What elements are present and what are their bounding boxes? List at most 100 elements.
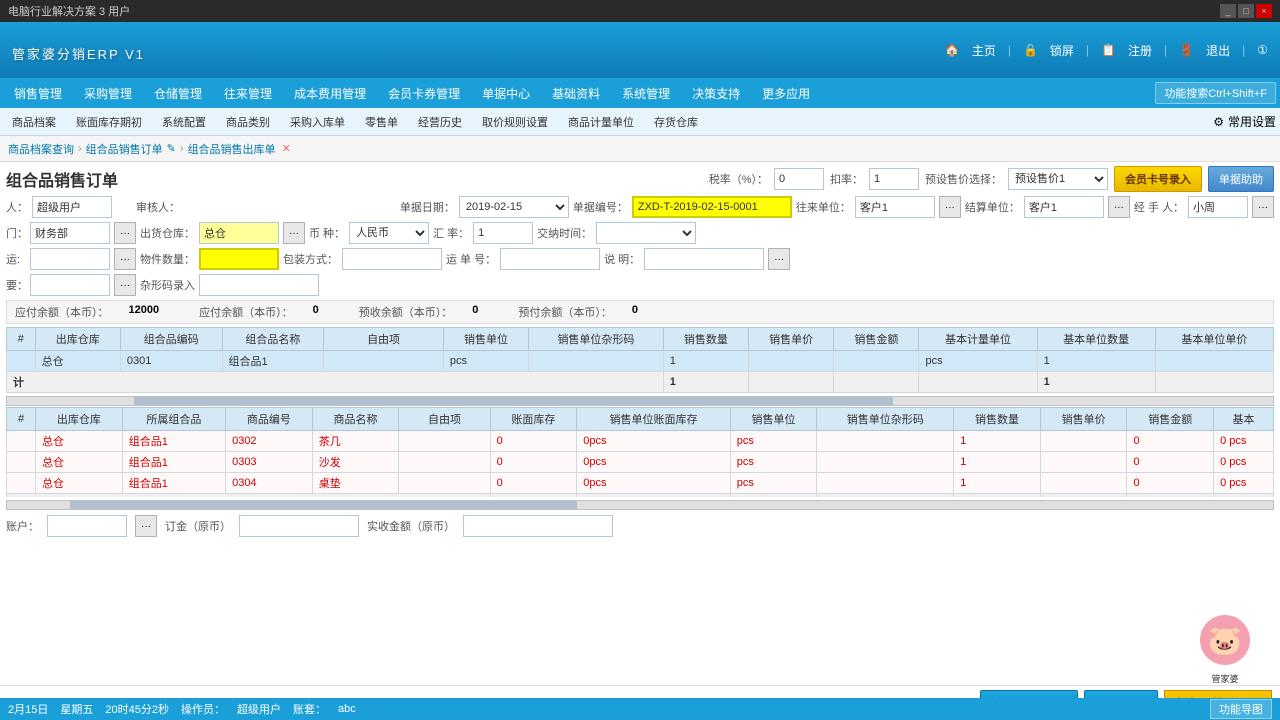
- breadcrumb-item-3[interactable]: 组合品销售出库单: [188, 141, 276, 157]
- receivable-label: 应付余额（本币）：: [199, 304, 293, 320]
- status-operator-label: 操作员：: [181, 701, 225, 717]
- table-row[interactable]: 总仓 组合品1 0303 沙发 0 0pcs pcs 1 0 0 pcs: [7, 452, 1274, 473]
- settle-input[interactable]: [1024, 196, 1104, 218]
- info-link[interactable]: ①: [1257, 43, 1268, 57]
- nav-orders[interactable]: 单据中心: [472, 81, 540, 106]
- home-link[interactable]: 主页: [972, 42, 996, 59]
- date-input[interactable]: 2019-02-15: [459, 196, 569, 218]
- settle-btn[interactable]: ···: [1108, 196, 1130, 218]
- nav-basics[interactable]: 基础资料: [542, 81, 610, 106]
- help-btn[interactable]: 单据助助: [1208, 166, 1274, 192]
- nav-transactions[interactable]: 往来管理: [214, 81, 282, 106]
- close-btn[interactable]: ×: [1256, 4, 1272, 18]
- received-input[interactable]: [463, 515, 613, 537]
- table-row[interactable]: 总仓 0301 组合品1 pcs 1 pcs 1: [7, 351, 1274, 372]
- subnav-config[interactable]: 系统配置: [154, 111, 214, 133]
- subnav-category[interactable]: 商品类别: [218, 111, 278, 133]
- settle-label: 结算单位：: [965, 199, 1020, 215]
- table-row[interactable]: 总仓 组合品1 0302 茶几 0 0pcs pcs 1 0 0 pcs: [7, 431, 1274, 452]
- currency-label: 币 种：: [309, 225, 345, 241]
- parts-qty-input[interactable]: [199, 248, 279, 270]
- mascot-image: 🐷 管家婆: [1190, 605, 1260, 685]
- exchange-label: 汇 率：: [433, 225, 469, 241]
- warehouse-label: 出货仓库：: [140, 225, 195, 241]
- subnav-stock-init[interactable]: 账面库存期初: [68, 111, 150, 133]
- handler-btn[interactable]: ···: [1252, 196, 1274, 218]
- advance-value: 0: [632, 304, 638, 320]
- subnav-history[interactable]: 经营历史: [410, 111, 470, 133]
- subnav-products[interactable]: 商品档案: [4, 111, 64, 133]
- ship-no-input[interactable]: [500, 248, 600, 270]
- note-btn[interactable]: ···: [768, 248, 790, 270]
- feature-map-btn[interactable]: 功能导图: [1210, 699, 1272, 719]
- package-input[interactable]: [342, 248, 442, 270]
- tax-input[interactable]: [774, 168, 824, 190]
- dept-label: 门：: [6, 225, 26, 241]
- home-icon: 🏠: [945, 43, 960, 57]
- nav-system[interactable]: 系统管理: [612, 81, 680, 106]
- barcode-input[interactable]: [199, 274, 319, 296]
- warehouse-input[interactable]: [199, 222, 279, 244]
- table-row[interactable]: 总仓 组合品1 0304 桌垫 0 0pcs pcs 1 0 0 pcs: [7, 473, 1274, 494]
- exchange-time-select[interactable]: [596, 222, 696, 244]
- partner-label: 往来单位：: [796, 199, 851, 215]
- ship-input[interactable]: [30, 248, 110, 270]
- subnav-stock-wh[interactable]: 存货仓库: [646, 111, 706, 133]
- handler-input[interactable]: [1188, 196, 1248, 218]
- account-input[interactable]: [47, 515, 127, 537]
- nav-search-btn[interactable]: 功能搜索Ctrl+Shift+F: [1155, 82, 1276, 104]
- nav-warehouse[interactable]: 仓储管理: [144, 81, 212, 106]
- dept-input[interactable]: [30, 222, 110, 244]
- package-label: 包装方式：: [283, 251, 338, 267]
- maximize-btn[interactable]: □: [1238, 4, 1254, 18]
- settings-label[interactable]: 常用设置: [1228, 113, 1276, 130]
- nav-more[interactable]: 更多应用: [752, 81, 820, 106]
- vip-btn[interactable]: 会员卡号录入: [1114, 166, 1202, 192]
- subnav-retail[interactable]: 零售单: [357, 111, 406, 133]
- note-input[interactable]: [644, 248, 764, 270]
- required-btn[interactable]: ···: [114, 274, 136, 296]
- subnav-price-rules[interactable]: 取价规则设置: [474, 111, 556, 133]
- currency-select[interactable]: 人民币: [349, 222, 429, 244]
- register-link[interactable]: 注册: [1128, 42, 1152, 59]
- upper-scrollbar[interactable]: [6, 396, 1274, 406]
- minimize-btn[interactable]: _: [1220, 4, 1236, 18]
- breadcrumb-item-1[interactable]: 商品档案查询: [8, 141, 74, 157]
- lcol-base: 基本: [1214, 408, 1274, 431]
- exchange-input[interactable]: [473, 222, 533, 244]
- ship-btn[interactable]: ···: [114, 248, 136, 270]
- account-btn[interactable]: ···: [135, 515, 157, 537]
- gear-icon: ⚙: [1213, 115, 1224, 129]
- lower-scrollbar[interactable]: [6, 500, 1274, 510]
- register-icon: 📋: [1101, 43, 1116, 57]
- discount-input[interactable]: [869, 168, 919, 190]
- status-account-label: 账套：: [293, 701, 326, 717]
- warehouse-btn[interactable]: ···: [283, 222, 305, 244]
- person-input[interactable]: [32, 196, 112, 218]
- price-select[interactable]: 预设售价1: [1008, 168, 1108, 190]
- order-no-input[interactable]: [632, 196, 792, 218]
- nav-purchase[interactable]: 采购管理: [74, 81, 142, 106]
- breadcrumb-item-2[interactable]: 组合品销售订单: [86, 141, 163, 157]
- dept-btn[interactable]: ···: [114, 222, 136, 244]
- ship-no-label: 运 单 号：: [446, 251, 496, 267]
- subnav-purchase-in[interactable]: 采购入库单: [282, 111, 353, 133]
- subnav-measure[interactable]: 商品计量单位: [560, 111, 642, 133]
- order-input[interactable]: [239, 515, 359, 537]
- required-input[interactable]: [30, 274, 110, 296]
- balance-label: 应付余额（本币）：: [15, 304, 109, 320]
- nav-members[interactable]: 会员卡券管理: [378, 81, 470, 106]
- nav-sales[interactable]: 销售管理: [4, 81, 72, 106]
- breadcrumb-close[interactable]: ✕: [282, 142, 291, 155]
- nav-costs[interactable]: 成本费用管理: [284, 81, 376, 106]
- window-title: 电脑行业解决方案 3 用户: [8, 3, 1220, 19]
- partner-btn[interactable]: ···: [939, 196, 961, 218]
- advance-label: 预付余额（本币）：: [518, 304, 612, 320]
- upper-table-container: # 出库仓库 组合品编码 组合品名称 自由项 销售单位 销售单位杂形码 销售数量…: [6, 327, 1274, 393]
- exit-link[interactable]: 退出: [1206, 42, 1230, 59]
- lcol-code: 商品编号: [226, 408, 313, 431]
- status-weekday: 星期五: [60, 701, 93, 717]
- lock-link[interactable]: 锁屏: [1050, 42, 1074, 59]
- nav-decisions[interactable]: 决策支持: [682, 81, 750, 106]
- partner-input[interactable]: [855, 196, 935, 218]
